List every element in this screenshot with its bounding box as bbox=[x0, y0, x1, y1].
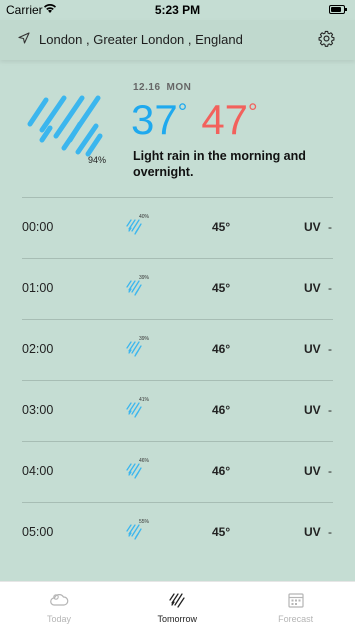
hour-precipitation: 39% bbox=[139, 275, 150, 281]
hour-temperature: 45° bbox=[212, 281, 231, 295]
hour-row: 05:00 55% 45° UV - bbox=[0, 502, 355, 563]
hour-time: 02:00 bbox=[22, 342, 54, 356]
tab-bar: Today Tomorrow Forecast bbox=[0, 581, 355, 631]
weekday: MON bbox=[166, 82, 192, 93]
uv-value: - bbox=[328, 281, 332, 295]
uv-label: UV bbox=[304, 403, 321, 417]
hour-time: 05:00 bbox=[22, 525, 54, 539]
precipitation-chance: 94% bbox=[88, 155, 107, 165]
hour-temperature: 46° bbox=[212, 342, 231, 356]
uv-label: UV bbox=[304, 220, 321, 234]
hour-temperature: 46° bbox=[212, 403, 231, 417]
tab-tomorrow[interactable]: Tomorrow bbox=[118, 582, 236, 631]
temp-low: 37° bbox=[131, 96, 188, 143]
location-name[interactable]: London , Greater London , England bbox=[39, 32, 243, 47]
cloud-icon bbox=[50, 594, 69, 606]
uv-value: - bbox=[328, 464, 332, 478]
hour-precipitation: 46% bbox=[139, 458, 150, 464]
hour-precipitation: 39% bbox=[139, 336, 150, 342]
uv-label: UV bbox=[304, 342, 321, 356]
rain-icon bbox=[126, 219, 142, 235]
tab-label: Forecast bbox=[278, 614, 314, 624]
weather-description: Light rain in the morning and overnight. bbox=[133, 149, 306, 179]
hour-row: 02:00 39% 46° UV - bbox=[0, 319, 355, 380]
tab-today[interactable]: Today bbox=[0, 582, 118, 631]
hour-temperature: 45° bbox=[212, 525, 231, 539]
location-bar: London , Greater London , England bbox=[0, 20, 355, 60]
tab-label: Tomorrow bbox=[157, 614, 198, 624]
rain-icon bbox=[169, 593, 185, 608]
tab-forecast[interactable]: Forecast bbox=[237, 582, 355, 631]
date-label: 12.16 MON bbox=[133, 82, 191, 93]
calendar-icon bbox=[287, 593, 304, 608]
hour-row: 04:00 46% 46° UV - bbox=[0, 441, 355, 502]
hour-time: 04:00 bbox=[22, 464, 54, 478]
hour-precipitation: 55% bbox=[139, 519, 150, 525]
hour-time: 01:00 bbox=[22, 281, 54, 295]
rain-icon bbox=[126, 341, 142, 357]
hour-row: 00:00 40% 45° UV - bbox=[0, 197, 355, 258]
rain-icon bbox=[126, 402, 142, 418]
temperature-range: 37° 47° bbox=[131, 96, 258, 151]
status-time: 5:23 PM bbox=[154, 3, 201, 17]
day-summary: 94% 12.16 MON 37° 47° Light rain in the mo… bbox=[0, 62, 355, 192]
hour-time: 03:00 bbox=[22, 403, 54, 417]
gear-icon[interactable] bbox=[318, 30, 335, 47]
status-bar: Carrier 5:23 PM bbox=[0, 0, 355, 20]
hour-precipitation: 40% bbox=[139, 214, 150, 220]
rain-icon bbox=[126, 280, 142, 296]
hourly-list[interactable]: 00:00 40% 45° UV -01:00 39% 45° UV -02:00 39% 46° U… bbox=[0, 197, 355, 563]
hour-temperature: 45° bbox=[212, 220, 231, 234]
hour-precipitation: 41% bbox=[139, 397, 150, 403]
uv-label: UV bbox=[304, 525, 321, 539]
hour-row: 01:00 39% 45° UV - bbox=[0, 258, 355, 319]
rain-icon bbox=[126, 463, 142, 479]
rain-icon bbox=[126, 524, 142, 540]
hour-temperature: 46° bbox=[212, 464, 231, 478]
uv-value: - bbox=[328, 342, 332, 356]
uv-value: - bbox=[328, 220, 332, 234]
temp-high: 47° bbox=[201, 96, 258, 143]
date-value: 12.16 bbox=[133, 82, 161, 93]
hour-time: 00:00 bbox=[22, 220, 54, 234]
tab-label: Today bbox=[46, 614, 72, 624]
rain-icon bbox=[27, 95, 103, 157]
hour-row: 03:00 41% 46° UV - bbox=[0, 380, 355, 441]
uv-label: UV bbox=[304, 281, 321, 295]
location-arrow-icon[interactable] bbox=[17, 31, 31, 45]
uv-value: - bbox=[328, 525, 332, 539]
uv-value: - bbox=[328, 403, 332, 417]
battery-icon bbox=[329, 5, 347, 14]
uv-label: UV bbox=[304, 464, 321, 478]
